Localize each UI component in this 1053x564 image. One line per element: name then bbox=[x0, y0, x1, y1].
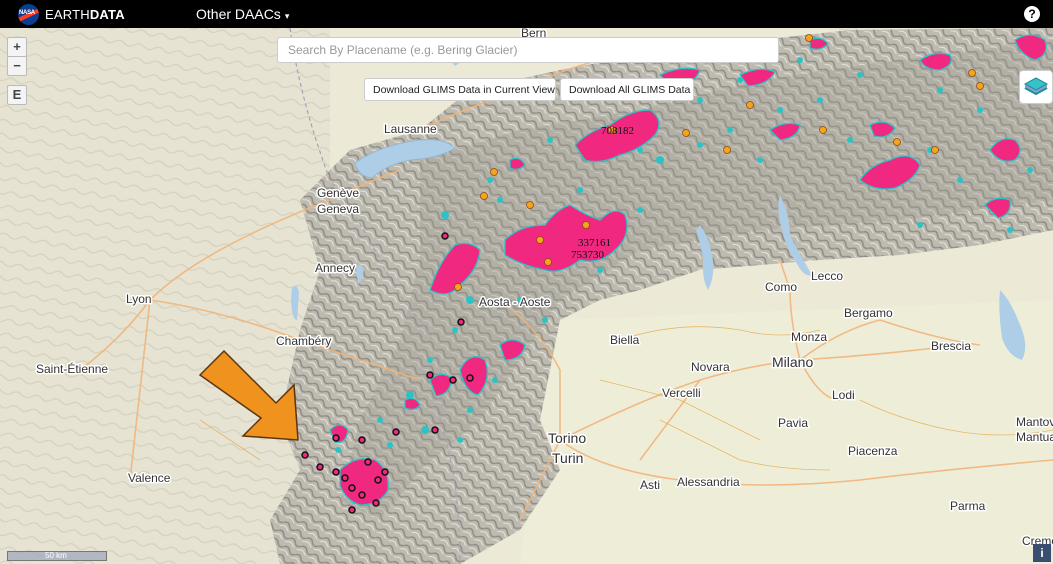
po-plain bbox=[520, 300, 1053, 564]
brand-name: EARTHDATA bbox=[45, 7, 125, 22]
place-label: Turin bbox=[552, 450, 583, 466]
place-label: Mantua bbox=[1016, 430, 1053, 444]
place-label: Brescia bbox=[931, 339, 971, 353]
glacier-id-label: 753730 bbox=[571, 249, 605, 261]
download-current-view-button[interactable]: Download GLIMS Data in Current View bbox=[364, 78, 556, 101]
place-label: Vercelli bbox=[662, 386, 701, 400]
place-label: Parma bbox=[950, 499, 986, 513]
place-label: Piacenza bbox=[848, 444, 898, 458]
place-label: Genève bbox=[317, 186, 359, 200]
chevron-down-icon: ▾ bbox=[284, 11, 290, 21]
place-label: Lodi bbox=[832, 388, 855, 402]
glacier-id-label: 708182 bbox=[601, 125, 634, 137]
place-label: Biella bbox=[610, 333, 640, 347]
place-label: Como bbox=[765, 280, 797, 294]
place-label: Aosta - Aoste bbox=[479, 295, 551, 309]
place-label: Chambéry bbox=[276, 334, 331, 348]
zoom-out-button[interactable]: − bbox=[7, 56, 27, 76]
place-label: Lyon bbox=[126, 292, 152, 306]
earthdata-logo[interactable]: NASA EARTHDATA bbox=[18, 4, 125, 25]
place-label: Novara bbox=[691, 360, 730, 374]
layers-button[interactable] bbox=[1019, 70, 1053, 104]
zoom-in-button[interactable]: + bbox=[7, 37, 27, 57]
place-label: Monza bbox=[791, 330, 827, 344]
layers-icon bbox=[1023, 77, 1049, 96]
nasa-logo-icon: NASA bbox=[18, 4, 39, 25]
glacier-id-label: 337161 bbox=[578, 237, 611, 249]
place-label: Bergamo bbox=[844, 306, 893, 320]
other-daacs-menu[interactable]: Other DAACs ▾ bbox=[196, 6, 289, 22]
place-label: Pavia bbox=[778, 416, 808, 430]
help-icon[interactable]: ? bbox=[1024, 6, 1040, 22]
other-daacs-label: Other DAACs bbox=[196, 6, 281, 22]
place-label: Milano bbox=[772, 354, 813, 370]
glims-map-app: NASA EARTHDATA Other DAACs ▾ ? 708182 33… bbox=[0, 0, 1053, 564]
top-navigation-bar: NASA EARTHDATA Other DAACs ▾ ? bbox=[0, 0, 1053, 28]
place-label: Alessandria bbox=[677, 475, 740, 489]
placename-search-input[interactable] bbox=[277, 37, 779, 63]
place-label: Lecco bbox=[811, 269, 843, 283]
place-label: Geneva bbox=[317, 202, 359, 216]
place-label: Asti bbox=[640, 478, 660, 492]
place-label: Annecy bbox=[315, 261, 355, 275]
map-scale-bar: 50 km bbox=[7, 549, 107, 563]
place-label: Valence bbox=[128, 471, 171, 485]
place-label: Mantova bbox=[1016, 415, 1053, 429]
scale-label: 50 km bbox=[45, 551, 67, 560]
download-all-button[interactable]: Download All GLIMS Data bbox=[560, 78, 694, 101]
place-label: Lausanne bbox=[384, 122, 437, 136]
place-label: Torino bbox=[548, 430, 586, 446]
extent-button[interactable]: E bbox=[7, 85, 27, 105]
map-canvas[interactable]: 708182 337161 753730 Bern Lausanne Genèv… bbox=[0, 28, 1053, 564]
info-button[interactable]: i bbox=[1033, 544, 1051, 562]
place-label: Saint-Étienne bbox=[36, 361, 108, 376]
